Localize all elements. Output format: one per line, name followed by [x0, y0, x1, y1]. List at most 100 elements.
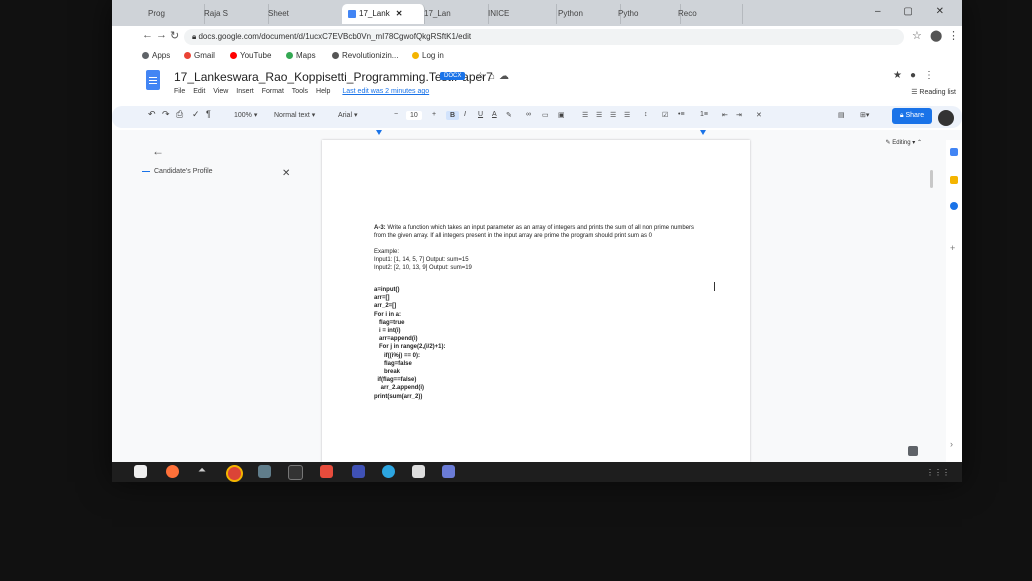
- left-indent-marker[interactable]: [376, 130, 382, 135]
- right-indent-marker[interactable]: [700, 130, 706, 135]
- bookmark-gmail[interactable]: Gmail: [184, 51, 215, 60]
- browser-tab[interactable]: Pytho: [612, 4, 681, 24]
- forward-icon[interactable]: →: [156, 29, 167, 41]
- numbered-list-icon[interactable]: 1≡: [700, 111, 708, 118]
- scrollbar[interactable]: [930, 170, 933, 188]
- bookmark-maps[interactable]: Maps: [286, 51, 316, 60]
- explore-icon[interactable]: [908, 446, 918, 456]
- browser-tab[interactable]: INICE: [482, 4, 557, 24]
- paint-format-icon[interactable]: ¶: [206, 109, 211, 119]
- underline-button[interactable]: U: [478, 111, 483, 118]
- text-color-button[interactable]: A: [492, 111, 497, 118]
- profile-icon[interactable]: ●: [910, 70, 924, 81]
- browser-tab[interactable]: Sheet: [262, 4, 349, 24]
- increase-indent-icon[interactable]: ⇥: [736, 111, 742, 119]
- comment-icon[interactable]: ▭: [542, 111, 549, 119]
- style-select[interactable]: Normal text ▾: [274, 111, 315, 119]
- spellcheck-icon[interactable]: ✓: [192, 109, 200, 120]
- menu-dots-icon[interactable]: ⋮: [948, 29, 959, 42]
- link-icon[interactable]: ∞: [526, 111, 531, 118]
- browser-tab[interactable]: Python: [552, 4, 621, 24]
- editing-mode-select[interactable]: ✎ Editing ▾ ⌃: [886, 139, 922, 146]
- redo-icon[interactable]: ↷: [162, 109, 170, 120]
- font-select[interactable]: Arial ▾: [338, 111, 357, 119]
- add-icon[interactable]: +: [950, 244, 958, 253]
- reading-list-button[interactable]: ☰ Reading list: [911, 88, 956, 96]
- bulleted-list-icon[interactable]: •≡: [678, 111, 685, 118]
- move-folder-icon[interactable]: ⌂: [489, 71, 499, 82]
- comment-history-icon[interactable]: ▤: [838, 111, 845, 119]
- font-size-decrease[interactable]: −: [394, 111, 398, 118]
- document-body[interactable]: A-3: Write a function which takes an inp…: [374, 224, 704, 401]
- decrease-indent-icon[interactable]: ⇤: [722, 111, 728, 119]
- star-icon[interactable]: ☆: [476, 71, 489, 82]
- menu-view[interactable]: View: [213, 88, 228, 95]
- image-icon[interactable]: ▣: [558, 111, 565, 119]
- keep-icon[interactable]: [950, 176, 958, 184]
- menu-insert[interactable]: Insert: [236, 88, 254, 95]
- undo-icon[interactable]: ↶: [148, 109, 156, 120]
- chevron-right-icon[interactable]: ›: [950, 440, 958, 449]
- align-right-icon[interactable]: ☰: [610, 111, 616, 119]
- checklist-icon[interactable]: ☑: [662, 111, 668, 119]
- document-page[interactable]: A-3: Write a function which takes an inp…: [322, 140, 750, 462]
- browser-tab[interactable]: Reco: [672, 4, 743, 24]
- app-icon[interactable]: [352, 465, 365, 478]
- avatar[interactable]: [938, 110, 954, 126]
- chrome-icon[interactable]: [226, 465, 243, 482]
- back-icon[interactable]: ←: [142, 29, 153, 41]
- app-store-icon[interactable]: [320, 465, 333, 478]
- highlight-icon[interactable]: ✎: [506, 111, 512, 119]
- close-icon[interactable]: ✕: [282, 168, 290, 179]
- tasks-icon[interactable]: [950, 202, 958, 210]
- zoom-select[interactable]: 100% ▾: [234, 111, 257, 119]
- bookmark-revolutionizing[interactable]: Revolutionizin...: [332, 51, 398, 60]
- align-center-icon[interactable]: ☰: [596, 111, 602, 119]
- calendar-icon[interactable]: [950, 148, 958, 156]
- window-controls[interactable]: ‒ ▢ ✕: [875, 6, 954, 17]
- menu-edit[interactable]: Edit: [193, 88, 205, 95]
- firefox-icon[interactable]: [166, 465, 179, 478]
- present-icon[interactable]: ⊞▾: [860, 111, 869, 119]
- menu-format[interactable]: Format: [262, 88, 284, 95]
- align-left-icon[interactable]: ☰: [582, 111, 588, 119]
- extensions-icon[interactable]: ⬤: [930, 29, 942, 42]
- launcher-icon[interactable]: [134, 465, 147, 478]
- line-spacing-icon[interactable]: ↕: [644, 111, 648, 118]
- more-icon[interactable]: ⋮: [924, 70, 942, 81]
- back-arrow-icon[interactable]: ←: [152, 144, 164, 158]
- chevron-up-icon[interactable]: ⌃: [917, 140, 922, 146]
- menu-file[interactable]: File: [174, 88, 185, 95]
- star-icon[interactable]: ☆: [912, 29, 922, 42]
- bookmark-youtube[interactable]: YouTube: [230, 51, 271, 60]
- telegram-icon[interactable]: [382, 465, 395, 478]
- bookmark-login[interactable]: Log in: [412, 51, 444, 60]
- app-icon[interactable]: [442, 465, 455, 478]
- terminal-icon[interactable]: [288, 465, 303, 480]
- menu-tools[interactable]: Tools: [292, 88, 308, 95]
- docs-logo-icon[interactable]: [146, 70, 160, 90]
- last-edit-link[interactable]: Last edit was 2 minutes ago: [342, 88, 429, 95]
- bold-button[interactable]: B: [446, 111, 460, 120]
- star-icon[interactable]: ★: [893, 70, 910, 81]
- clear-formatting-icon[interactable]: ✕: [756, 111, 762, 119]
- font-size-input[interactable]: 10: [406, 111, 422, 120]
- reload-icon[interactable]: ↻: [170, 29, 179, 42]
- outline-item[interactable]: Candidate's Profile: [142, 168, 213, 175]
- bookmark-apps[interactable]: Apps: [142, 51, 170, 60]
- cloud-status-icon[interactable]: ☁: [499, 71, 513, 82]
- font-size-increase[interactable]: +: [432, 111, 436, 118]
- share-button[interactable]: 🔒︎ Share: [892, 108, 932, 124]
- justify-icon[interactable]: ☰: [624, 111, 630, 119]
- apps-grid-icon[interactable]: ⋮⋮⋮: [926, 468, 950, 477]
- arrow-up-icon[interactable]: ⏶: [198, 465, 211, 478]
- address-bar[interactable]: 🔒︎ docs.google.com/document/d/1ucxC7EVBc…: [184, 29, 904, 45]
- files-icon[interactable]: [258, 465, 271, 478]
- close-tab-icon[interactable]: ✕: [396, 9, 403, 18]
- italic-button[interactable]: I: [464, 111, 466, 118]
- browser-tab[interactable]: Prog: [142, 4, 205, 24]
- editor-icon[interactable]: [412, 465, 425, 478]
- print-icon[interactable]: ⎙: [176, 109, 183, 120]
- browser-tab[interactable]: 17_Lan: [418, 4, 489, 24]
- browser-tab-active[interactable]: 17_Lank ✕: [342, 4, 425, 24]
